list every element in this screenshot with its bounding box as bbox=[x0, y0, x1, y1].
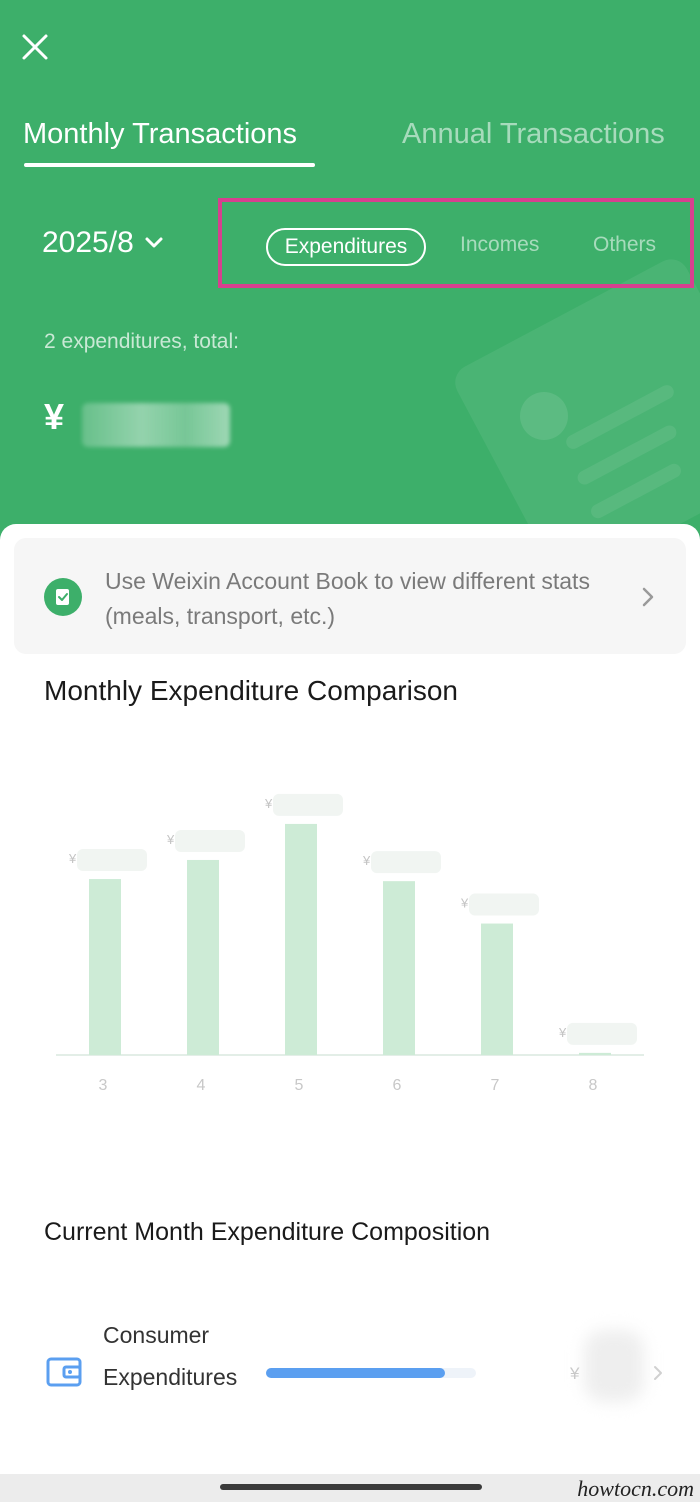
total-amount-blurred bbox=[82, 403, 230, 447]
account-book-banner-text: Use Weixin Account Book to view differen… bbox=[105, 568, 590, 629]
chart-bar[interactable] bbox=[383, 881, 415, 1055]
month-selector[interactable]: 2025/8 bbox=[42, 226, 164, 260]
chart-x-tick-label: 7 bbox=[491, 1077, 500, 1094]
expenditure-count-text: 2 expenditures, total: bbox=[44, 330, 239, 353]
chart-value-currency-symbol: ¥ bbox=[68, 851, 77, 866]
close-icon bbox=[22, 34, 48, 60]
chart-bar[interactable] bbox=[285, 823, 317, 1055]
chart-value-currency-symbol: ¥ bbox=[362, 853, 371, 868]
home-indicator[interactable] bbox=[220, 1484, 482, 1490]
tab-monthly-transactions[interactable]: Monthly Transactions bbox=[23, 118, 297, 151]
chart-value-label-blurred bbox=[567, 1022, 637, 1045]
composition-title: Current Month Expenditure Composition bbox=[44, 1218, 491, 1246]
close-button[interactable] bbox=[16, 28, 54, 66]
composition-share-fill bbox=[266, 1368, 445, 1378]
composition-share-bar bbox=[266, 1368, 476, 1378]
chart-value-label-blurred bbox=[77, 849, 147, 872]
tab-annual-transactions[interactable]: Annual Transactions bbox=[402, 118, 665, 151]
composition-amount-blurred bbox=[584, 1330, 644, 1402]
composition-category-label: Consumer Expenditures bbox=[103, 1322, 238, 1390]
chart-x-tick-label: 4 bbox=[197, 1077, 206, 1094]
watermark: howtocn.com bbox=[577, 1476, 694, 1501]
chart-value-currency-symbol: ¥ bbox=[264, 796, 273, 811]
total-currency-symbol: ¥ bbox=[44, 396, 65, 437]
filter-incomes[interactable]: Incomes bbox=[460, 228, 539, 266]
decorative-card-illustration bbox=[448, 253, 700, 560]
chart-value-currency-symbol: ¥ bbox=[460, 896, 469, 911]
chart-value-currency-symbol: ¥ bbox=[166, 832, 175, 847]
chart-value-label-blurred bbox=[371, 851, 441, 874]
month-selector-value: 2025/8 bbox=[42, 226, 134, 259]
comparison-title: Monthly Expenditure Comparison bbox=[44, 675, 458, 706]
wallet-icon bbox=[46, 1357, 82, 1387]
chart-value-label-blurred bbox=[469, 893, 539, 916]
chart-x-tick-label: 3 bbox=[99, 1077, 108, 1094]
chart-bar[interactable] bbox=[89, 879, 121, 1055]
header: Monthly Transactions Annual Transactions… bbox=[0, 0, 700, 560]
monthly-expenditure-bar-chart: ¥3 ¥4 ¥5 ¥6 ¥7 ¥8 bbox=[56, 793, 644, 1094]
chevron-right-icon bbox=[654, 1366, 662, 1380]
chart-value-currency-symbol: ¥ bbox=[558, 1025, 567, 1040]
active-tab-indicator bbox=[24, 163, 315, 167]
chart-x-tick-label: 8 bbox=[589, 1077, 598, 1094]
chart-x-tick-label: 5 bbox=[295, 1077, 304, 1094]
chevron-right-icon bbox=[642, 587, 654, 607]
chart-value-label-blurred bbox=[175, 829, 245, 852]
chart-bar[interactable] bbox=[187, 859, 219, 1055]
chart-x-tick-label: 6 bbox=[393, 1077, 402, 1094]
filter-others[interactable]: Others bbox=[593, 228, 656, 266]
decorative-circle bbox=[520, 392, 568, 440]
chevron-down-icon bbox=[145, 237, 163, 248]
chart-value-label-blurred bbox=[273, 793, 343, 816]
chart-bar[interactable] bbox=[579, 1052, 611, 1055]
account-book-icon bbox=[44, 578, 82, 616]
composition-currency-symbol: ¥ bbox=[570, 1364, 580, 1383]
filter-expenditures[interactable]: Expenditures bbox=[266, 228, 426, 266]
chart-bar[interactable] bbox=[481, 923, 513, 1055]
